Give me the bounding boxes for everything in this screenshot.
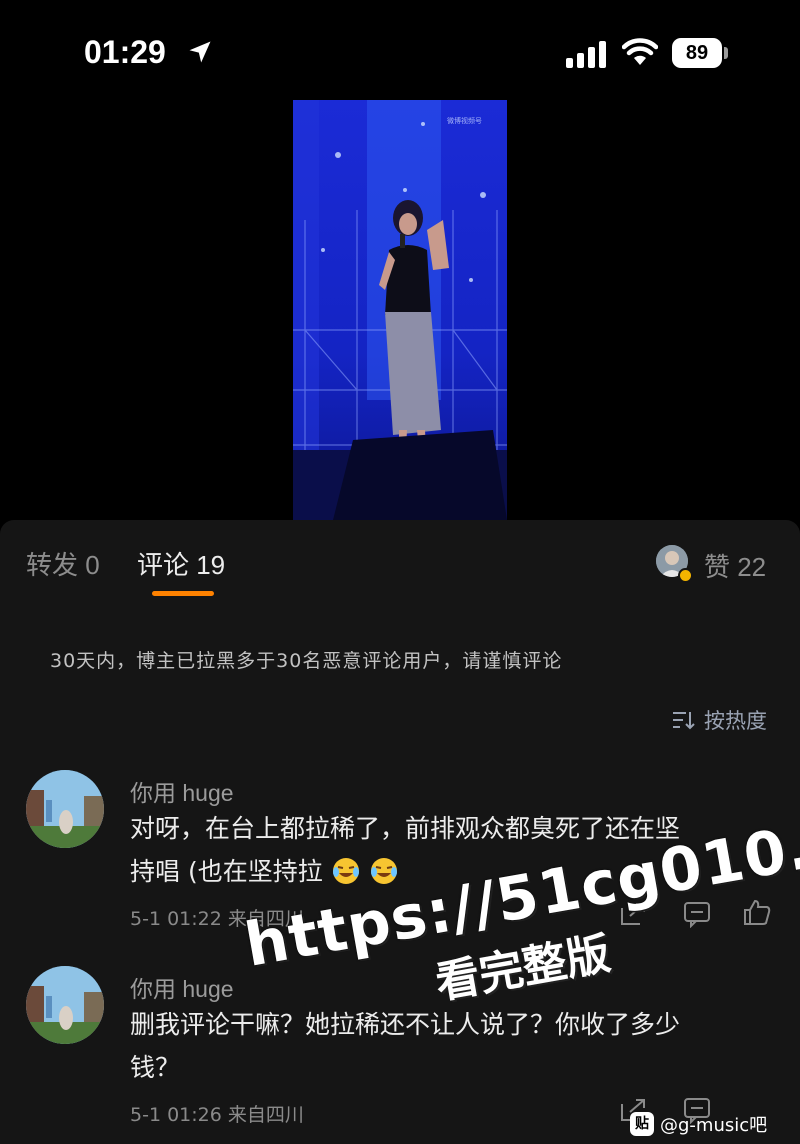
comment-text: 删我评论干嘛？她拉稀还不让人说了？你收了多少 钱？ xyxy=(130,1003,770,1089)
tab-comments[interactable]: 评论 19 xyxy=(137,545,225,582)
comment-line: 钱？ xyxy=(130,1053,181,1082)
status-time: 01:29 xyxy=(84,34,166,70)
laugh-cry-emoji-icon xyxy=(332,858,359,884)
sort-label: 按热度 xyxy=(704,709,767,733)
video-frame xyxy=(293,100,507,520)
active-tab-indicator xyxy=(152,591,214,596)
video-watermark: 微博视频号 xyxy=(447,117,482,125)
comment-author[interactable]: 你用 huge xyxy=(130,970,234,1004)
battery-level: 89 xyxy=(672,38,722,68)
like-icon[interactable] xyxy=(742,898,772,926)
comment-avatar[interactable] xyxy=(26,770,104,848)
tieba-icon: 贴 xyxy=(630,1112,654,1136)
comment-avatar[interactable] xyxy=(26,966,104,1044)
sort-icon xyxy=(673,712,695,730)
laugh-cry-emoji-icon xyxy=(370,858,397,884)
wifi-icon xyxy=(622,38,658,65)
verified-badge-icon xyxy=(678,568,693,583)
sort-toggle[interactable]: 按热度 xyxy=(672,706,767,734)
status-bar: 01:29 89 xyxy=(0,0,800,100)
comment-meta: 5-1 01:26 来自四川 xyxy=(130,1104,304,1126)
cellular-signal-icon xyxy=(566,41,606,68)
tab-likes[interactable]: 赞 22 xyxy=(704,547,766,584)
tab-repost[interactable]: 转发 0 xyxy=(26,545,100,582)
video-player[interactable] xyxy=(293,100,507,520)
battery-icon: 89 xyxy=(672,38,730,68)
source-watermark: 贴 @g-music吧 xyxy=(630,1110,767,1138)
location-arrow-icon xyxy=(189,41,211,63)
source-label: @g-music吧 xyxy=(660,1115,768,1136)
comment-author[interactable]: 你用 huge xyxy=(130,774,234,808)
block-notice: 30天内，博主已拉黑多于30名恶意评论用户，请谨慎评论 xyxy=(50,650,563,672)
